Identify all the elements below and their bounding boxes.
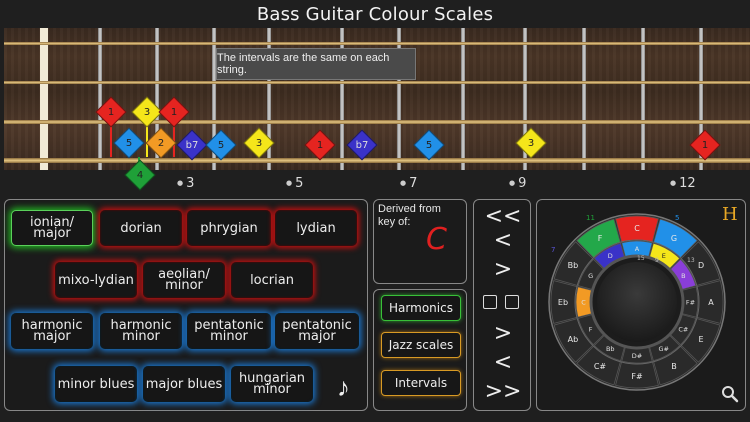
derived-key: C bbox=[426, 222, 447, 257]
inner-note-label: G bbox=[588, 272, 593, 280]
circle-of-fifths-wheel[interactable]: C G D A E B F# C# Ab Eb Bb F A E B F# C# G# D# Bb F C G D 11 7… bbox=[537, 200, 747, 412]
inner-note-label: Bb bbox=[606, 345, 615, 353]
inner-note-label: D# bbox=[632, 352, 642, 360]
scales-panel: ionian/ major dorian phrygian lydian mix… bbox=[4, 199, 368, 411]
note-marker[interactable]: 2 bbox=[145, 127, 177, 159]
next-button[interactable]: > bbox=[474, 259, 532, 281]
degree-label: 9 bbox=[655, 257, 659, 264]
view-toggle-right-icon[interactable] bbox=[505, 295, 519, 309]
scale-pentatonic-minor-button[interactable]: pentatonic minor bbox=[187, 313, 271, 349]
outer-note-label: F# bbox=[631, 372, 643, 381]
scale-lydian-button[interactable]: lydian bbox=[275, 210, 357, 246]
outer-note-label: F bbox=[598, 234, 603, 243]
jazz-scales-button[interactable]: Jazz scales bbox=[381, 332, 461, 358]
outer-note-label: C bbox=[634, 224, 640, 233]
note-label: 5 bbox=[425, 139, 433, 151]
last-button[interactable]: >> bbox=[474, 381, 532, 403]
outer-note-label: C# bbox=[594, 362, 607, 371]
inner-note-label: B bbox=[681, 272, 685, 280]
inner-note-label: A bbox=[635, 245, 640, 253]
note-label: 5 bbox=[125, 137, 133, 149]
search-icon[interactable] bbox=[721, 385, 739, 403]
note-marker[interactable]: 5 bbox=[113, 127, 145, 159]
note-label: b7 bbox=[355, 139, 369, 151]
modes-panel: Harmonics Jazz scales Intervals bbox=[373, 289, 467, 411]
inner-note-label: D bbox=[608, 252, 613, 260]
outer-note-label: Eb bbox=[558, 298, 568, 307]
prev-bottom-button[interactable]: < bbox=[474, 352, 532, 374]
scale-major-blues-button[interactable]: major blues bbox=[143, 366, 225, 402]
next-bottom-button[interactable]: > bbox=[474, 323, 532, 345]
inner-note-label: F# bbox=[686, 299, 695, 307]
note-marker[interactable]: 3 bbox=[243, 127, 275, 159]
music-note-icon[interactable]: ♪ bbox=[337, 372, 350, 403]
degree-label: 15 bbox=[637, 255, 645, 262]
wheel-hub[interactable] bbox=[597, 262, 677, 342]
scale-aeolian-button[interactable]: aeolian/ minor bbox=[143, 262, 225, 298]
note-label: 1 bbox=[701, 139, 709, 151]
note-marker[interactable]: 1 bbox=[95, 96, 127, 128]
scale-harmonic-major-button[interactable]: harmonic major bbox=[11, 313, 93, 349]
note-label: 3 bbox=[255, 137, 263, 149]
harmonics-button[interactable]: Harmonics bbox=[381, 295, 461, 321]
scale-harmonic-minor-button[interactable]: harmonic minor bbox=[100, 313, 182, 349]
first-button[interactable]: << bbox=[474, 206, 532, 228]
note-marker[interactable]: 5 bbox=[205, 129, 237, 161]
note-marker[interactable]: 1 bbox=[689, 129, 721, 161]
scale-locrian-button[interactable]: locrian bbox=[231, 262, 313, 298]
degree-label: 13 bbox=[687, 257, 695, 264]
degree-label: 5 bbox=[675, 214, 679, 222]
inner-note-label: E bbox=[662, 252, 666, 260]
scale-dorian-button[interactable]: dorian bbox=[100, 210, 182, 246]
inner-note-label: C# bbox=[678, 325, 688, 333]
note-label: b7 bbox=[185, 139, 199, 151]
scale-mixolydian-button[interactable]: mixo-lydian bbox=[55, 262, 137, 298]
outer-note-label: Bb bbox=[568, 261, 579, 270]
note-marker[interactable]: 1 bbox=[304, 129, 336, 161]
inner-note-label: G# bbox=[659, 345, 669, 353]
outer-note-label: E bbox=[699, 335, 704, 344]
note-label: 1 bbox=[107, 106, 115, 118]
note-label: 5 bbox=[217, 139, 225, 151]
note-label: 2 bbox=[157, 137, 165, 149]
scale-ionian-button[interactable]: ionian/ major bbox=[11, 210, 93, 246]
note-marker[interactable]: b7 bbox=[176, 129, 208, 161]
intervals-button[interactable]: Intervals bbox=[381, 370, 461, 396]
degree-label: 11 bbox=[586, 214, 595, 222]
note-label: 1 bbox=[316, 139, 324, 151]
scale-phrygian-button[interactable]: phrygian bbox=[187, 210, 271, 246]
outer-note-label: D bbox=[698, 261, 704, 270]
outer-note-label: G bbox=[671, 234, 677, 243]
note-marker[interactable]: 3 bbox=[515, 127, 547, 159]
scale-pentatonic-major-button[interactable]: pentatonic major bbox=[275, 313, 359, 349]
note-marker[interactable]: 5 bbox=[413, 129, 445, 161]
note-marker[interactable]: 4 bbox=[124, 159, 156, 191]
note-label: 3 bbox=[143, 106, 151, 118]
derived-key-panel: Derived from key of: C bbox=[373, 199, 467, 284]
prev-button[interactable]: < bbox=[474, 230, 532, 252]
navigation-panel: << < > > < >> bbox=[473, 199, 531, 411]
scale-hungarian-minor-button[interactable]: hungarian minor bbox=[231, 366, 313, 402]
note-layer: 1 3 1 5 2 b7 5 3 1 b7 5 3 1 4 bbox=[0, 0, 750, 200]
view-toggle-left-icon[interactable] bbox=[483, 295, 497, 309]
scale-minor-blues-button[interactable]: minor blues bbox=[55, 366, 137, 402]
note-label: 1 bbox=[170, 106, 178, 118]
degree-label: 7 bbox=[551, 246, 555, 254]
inner-note-label: C bbox=[581, 299, 586, 307]
note-marker[interactable]: b7 bbox=[346, 129, 378, 161]
outer-note-label: B bbox=[671, 362, 677, 371]
note-marker[interactable]: 1 bbox=[158, 96, 190, 128]
note-label: 4 bbox=[136, 169, 144, 181]
note-label: 3 bbox=[527, 137, 535, 149]
outer-note-label: A bbox=[708, 298, 714, 307]
inner-note-label: F bbox=[589, 325, 593, 333]
outer-note-label: Ab bbox=[568, 335, 579, 344]
circle-of-fifths-panel: H C G D A E B F# C# Ab Eb Bb F A E B F# C# G# D# Bb F C G D 11… bbox=[536, 199, 746, 411]
